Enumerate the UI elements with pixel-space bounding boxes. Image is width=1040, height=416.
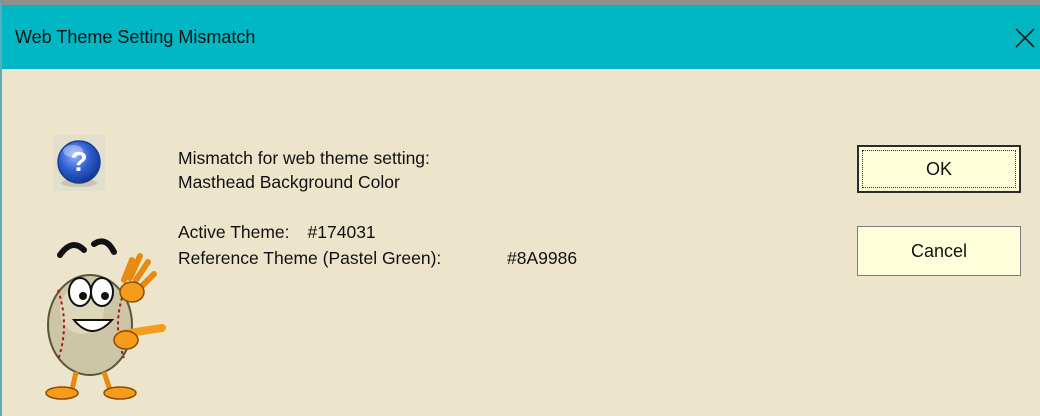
svg-text:?: ? bbox=[70, 146, 87, 177]
close-icon bbox=[1015, 28, 1035, 48]
focus-ring bbox=[862, 150, 1016, 188]
active-theme-value: #174031 bbox=[307, 222, 376, 242]
reference-theme-label: Reference Theme (Pastel Green): bbox=[178, 248, 442, 268]
title-bar[interactable]: Web Theme Setting Mismatch bbox=[2, 5, 1040, 69]
close-button[interactable] bbox=[1010, 19, 1040, 57]
cancel-button[interactable]: Cancel bbox=[857, 226, 1021, 276]
cancel-button-label: Cancel bbox=[910, 240, 968, 261]
active-theme-label: Active Theme: bbox=[178, 222, 290, 242]
dialog-title: Web Theme Setting Mismatch bbox=[15, 27, 256, 47]
baseball-mascot-pointing-icon bbox=[32, 230, 172, 405]
theme-mismatch-dialog: Web Theme Setting Mismatch ? Mismatch fo… bbox=[0, 0, 1040, 416]
reference-theme-value: #8A9986 bbox=[507, 248, 578, 268]
setting-name: Masthead Background Color bbox=[178, 172, 400, 192]
question-mark-icon: ? bbox=[53, 135, 105, 191]
active-theme-row: Active Theme: #174031 bbox=[178, 221, 376, 244]
mismatch-message-line1: Mismatch for web theme setting: bbox=[178, 148, 430, 168]
ok-button[interactable]: OK bbox=[857, 145, 1021, 193]
